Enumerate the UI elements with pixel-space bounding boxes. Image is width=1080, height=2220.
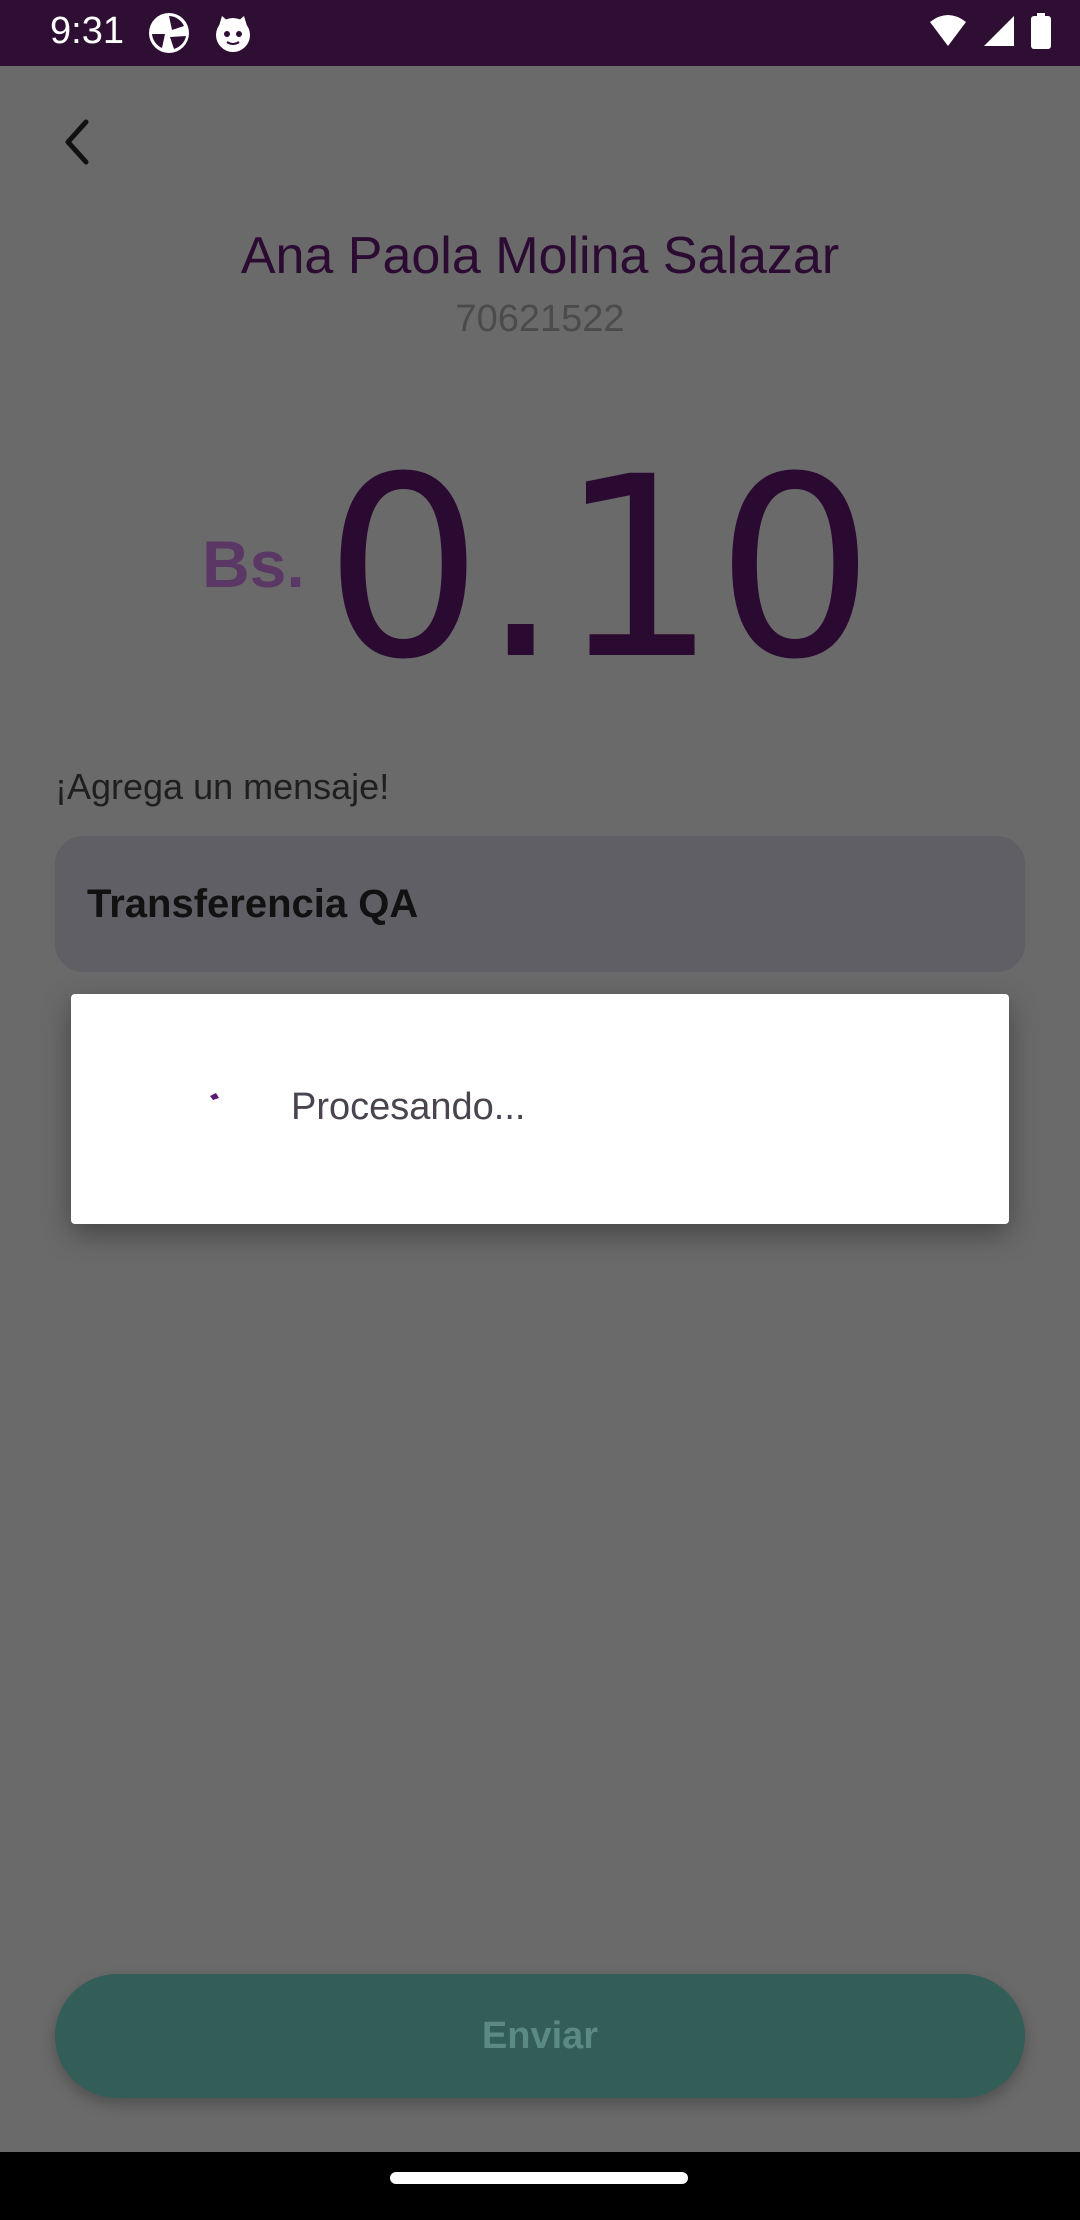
recipient-name: Ana Paola Molina Salazar: [240, 227, 840, 285]
send-button-label: Enviar: [481, 2014, 599, 2057]
aperture-app-icon: [148, 12, 190, 54]
wifi-icon: [928, 14, 968, 53]
battery-icon: [1030, 12, 1052, 54]
signal-icon: [982, 14, 1016, 53]
status-time: 9:31: [50, 10, 124, 52]
back-button[interactable]: [50, 116, 106, 172]
message-input-value: Transferencia QA: [87, 881, 419, 926]
loading-spinner-icon: [201, 1084, 261, 1144]
home-indicator[interactable]: [390, 2172, 688, 2184]
currency-label: Bs.: [202, 527, 305, 601]
recipient-phone: 70621522: [455, 298, 625, 340]
processing-text: Procesando...: [291, 1086, 526, 1128]
amount-value[interactable]: 0.10: [324, 444, 875, 694]
message-label: ¡Agrega un mensaje!: [55, 766, 390, 807]
cat-app-icon: [212, 12, 254, 54]
message-input[interactable]: Transferencia QA: [55, 836, 1025, 972]
system-nav-bar: [0, 2152, 1080, 2220]
processing-dialog: Procesando...: [71, 994, 1009, 1224]
chevron-left-icon: [58, 118, 98, 171]
send-button[interactable]: Enviar: [55, 1974, 1025, 2098]
status-bar: 9:31: [0, 0, 1080, 66]
